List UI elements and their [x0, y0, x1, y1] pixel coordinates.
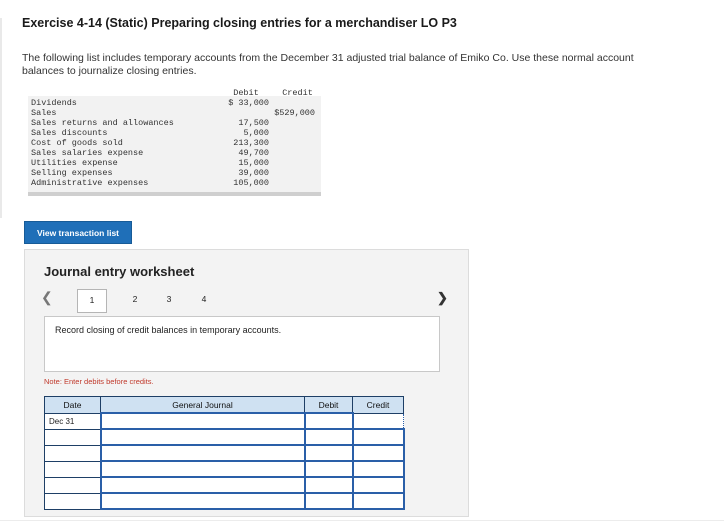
- journal-row: [44, 460, 405, 478]
- credit-amount: $529,000: [274, 108, 315, 118]
- account-name: Sales discounts: [31, 128, 108, 138]
- journal-row: [44, 492, 405, 510]
- debit-input[interactable]: [303, 428, 354, 446]
- worksheet-title: Journal entry worksheet: [44, 264, 195, 279]
- debit-input[interactable]: [303, 476, 354, 494]
- step-tab-3[interactable]: 3: [154, 289, 184, 313]
- page-title: Exercise 4-14 (Static) Preparing closing…: [22, 16, 457, 30]
- account-name: Administrative expenses: [31, 178, 149, 188]
- debit-input[interactable]: [303, 444, 354, 462]
- trial-balance-row: Administrative expenses 105,000: [28, 178, 321, 188]
- general-journal-column-header: General Journal: [100, 396, 305, 414]
- debit-amount: 39,000: [238, 168, 269, 178]
- footer-divider: [0, 520, 724, 521]
- journal-row: [44, 428, 405, 446]
- debit-input[interactable]: [303, 460, 354, 478]
- account-name: Cost of goods sold: [31, 138, 123, 148]
- debit-amount: $ 33,000: [228, 98, 269, 108]
- account-input[interactable]: [99, 492, 306, 510]
- journal-row: Dec 31: [44, 412, 404, 430]
- journal-table: Date General Journal Debit Credit Dec 31: [44, 396, 405, 510]
- credit-input[interactable]: [351, 476, 405, 494]
- date-column-header: Date: [44, 396, 101, 414]
- step-tab-2[interactable]: 2: [120, 289, 150, 313]
- credit-input[interactable]: [351, 460, 405, 478]
- previous-arrow-icon[interactable]: ❮: [41, 289, 53, 306]
- credit-input[interactable]: [351, 428, 405, 446]
- note-text: Note: Enter debits before credits.: [44, 377, 154, 386]
- left-margin-rule: [0, 18, 2, 218]
- debit-amount: 213,300: [233, 138, 269, 148]
- step-tab-4[interactable]: 4: [189, 289, 219, 313]
- trial-balance-row: Sales $529,000: [28, 108, 321, 118]
- trial-balance-bottom-bar: [28, 192, 321, 196]
- trial-balance-row: Selling expenses 39,000: [28, 168, 321, 178]
- date-cell[interactable]: [44, 492, 101, 510]
- credit-input[interactable]: [351, 444, 405, 462]
- account-input[interactable]: [99, 428, 306, 446]
- credit-input[interactable]: [352, 412, 404, 430]
- credit-input[interactable]: [351, 492, 405, 510]
- account-name: Sales salaries expense: [31, 148, 144, 158]
- credit-column-header: Credit: [352, 396, 404, 414]
- account-name: Utilities expense: [31, 158, 118, 168]
- account-name: Selling expenses: [31, 168, 113, 178]
- journal-row: [44, 476, 405, 494]
- debit-amount: 105,000: [233, 178, 269, 188]
- trial-balance-row: Sales salaries expense 49,700: [28, 148, 321, 158]
- account-name: Sales returns and allowances: [31, 118, 174, 128]
- step-tab-1[interactable]: 1: [77, 289, 107, 313]
- trial-balance-row: Sales returns and allowances 17,500: [28, 118, 321, 128]
- debit-amount: 5,000: [243, 128, 269, 138]
- date-cell[interactable]: [44, 460, 101, 478]
- date-cell: Dec 31: [44, 412, 101, 430]
- debit-amount: 49,700: [238, 148, 269, 158]
- trial-balance: Debit Credit Dividends $ 33,000 Sales $529,…: [28, 88, 321, 196]
- credit-header: Credit: [282, 88, 313, 98]
- debit-amount: 15,000: [238, 158, 269, 168]
- debit-amount: 17,500: [238, 118, 269, 128]
- intro-text: The following list includes temporary ac…: [22, 52, 634, 77]
- date-cell[interactable]: [44, 428, 101, 446]
- date-cell[interactable]: [44, 444, 101, 462]
- account-input[interactable]: [99, 476, 306, 494]
- view-transaction-list-button[interactable]: View transaction list: [24, 221, 132, 244]
- next-arrow-icon[interactable]: ❯: [437, 290, 448, 306]
- account-input[interactable]: [99, 460, 306, 478]
- account-name: Dividends: [31, 98, 77, 108]
- journal-row: [44, 444, 405, 462]
- account-input[interactable]: [99, 444, 306, 462]
- instruction-box: Record closing of credit balances in tem…: [44, 316, 440, 372]
- debit-column-header: Debit: [304, 396, 353, 414]
- trial-balance-row: Cost of goods sold 213,300: [28, 138, 321, 148]
- debit-input[interactable]: [303, 492, 354, 510]
- debit-header: Debit: [233, 88, 259, 98]
- trial-balance-row: Sales discounts 5,000: [28, 128, 321, 138]
- trial-balance-row: Dividends $ 33,000: [28, 98, 321, 108]
- account-input[interactable]: [99, 412, 306, 430]
- journal-entry-worksheet: Journal entry worksheet ❮ 1234 ❯ Record …: [24, 249, 469, 517]
- trial-balance-row: Utilities expense 15,000: [28, 158, 321, 168]
- debit-input[interactable]: [303, 412, 354, 430]
- date-cell[interactable]: [44, 476, 101, 494]
- account-name: Sales: [31, 108, 57, 118]
